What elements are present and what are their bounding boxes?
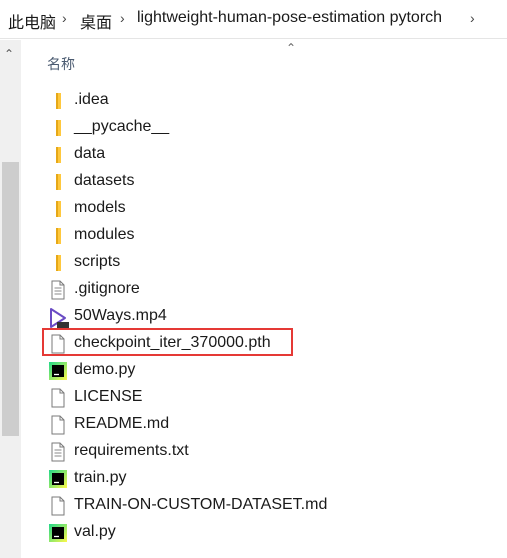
folder-icon: [48, 91, 68, 111]
file-name: val.py: [74, 523, 116, 540]
file-row[interactable]: .idea: [44, 87, 344, 114]
breadcrumb-item-desktop[interactable]: 桌面: [80, 9, 112, 33]
file-row[interactable]: data: [44, 141, 344, 168]
column-header-name[interactable]: 名称: [47, 54, 75, 74]
file-name: modules: [74, 226, 135, 243]
scroll-up-icon[interactable]: ⌃: [4, 48, 14, 60]
video-file-icon: [48, 307, 69, 328]
folder-icon: [48, 199, 68, 219]
file-name: models: [74, 199, 126, 216]
file-row[interactable]: TRAIN-ON-CUSTOM-DATASET.md: [44, 492, 344, 519]
pycharm-file-icon: [48, 523, 68, 543]
file-name: TRAIN-ON-CUSTOM-DATASET.md: [74, 496, 328, 513]
blank-file-icon: [48, 415, 68, 435]
file-row[interactable]: 50Ways.mp4: [44, 303, 344, 330]
folder-icon: [48, 253, 68, 273]
file-name: datasets: [74, 172, 135, 189]
file-name: README.md: [74, 415, 170, 432]
breadcrumb-separator[interactable]: ›: [62, 10, 67, 26]
file-name: demo.py: [74, 361, 136, 378]
file-name: data: [74, 145, 106, 162]
vertical-scrollbar[interactable]: ⌃: [0, 40, 21, 558]
file-name: LICENSE: [74, 388, 143, 405]
file-row[interactable]: models: [44, 195, 344, 222]
file-name: scripts: [74, 253, 121, 270]
breadcrumb: 此电脑 › 桌面 › lightweight-human-pose-estima…: [0, 0, 507, 39]
folder-icon: [48, 172, 68, 192]
text-file-icon: [48, 280, 68, 300]
file-name: requirements.txt: [74, 442, 189, 459]
file-row[interactable]: train.py: [44, 465, 344, 492]
file-row[interactable]: .gitignore: [44, 276, 344, 303]
breadcrumb-item-folder[interactable]: lightweight-human-pose-estimation pytorc…: [137, 9, 442, 27]
sort-ascending-icon: ⌃: [286, 41, 297, 55]
file-row[interactable]: val.py: [44, 519, 344, 546]
pycharm-file-icon: [48, 361, 68, 381]
file-row[interactable]: README.md: [44, 411, 344, 438]
file-row[interactable]: scripts: [44, 249, 344, 276]
pycharm-file-icon: [48, 469, 68, 489]
file-row[interactable]: LICENSE: [44, 384, 344, 411]
scrollbar-thumb[interactable]: [2, 162, 19, 436]
folder-icon: [48, 145, 68, 165]
blank-file-icon: [48, 388, 68, 408]
breadcrumb-separator[interactable]: ›: [120, 10, 125, 26]
highlight-box: [42, 328, 293, 356]
file-name: 50Ways.mp4: [74, 307, 167, 324]
file-name: .gitignore: [74, 280, 140, 297]
breadcrumb-separator[interactable]: ›: [470, 10, 475, 26]
folder-icon: [48, 226, 68, 246]
blank-file-icon: [48, 496, 68, 516]
breadcrumb-item-this-pc[interactable]: 此电脑: [8, 9, 56, 33]
file-row[interactable]: modules: [44, 222, 344, 249]
file-row[interactable]: requirements.txt: [44, 438, 344, 465]
file-row[interactable]: __pycache__: [44, 114, 344, 141]
file-name: train.py: [74, 469, 127, 486]
text-file-icon: [48, 442, 68, 462]
file-row[interactable]: demo.py: [44, 357, 344, 384]
file-row[interactable]: datasets: [44, 168, 344, 195]
file-name: __pycache__: [74, 118, 170, 135]
folder-icon: [48, 118, 68, 138]
file-name: .idea: [74, 91, 109, 108]
